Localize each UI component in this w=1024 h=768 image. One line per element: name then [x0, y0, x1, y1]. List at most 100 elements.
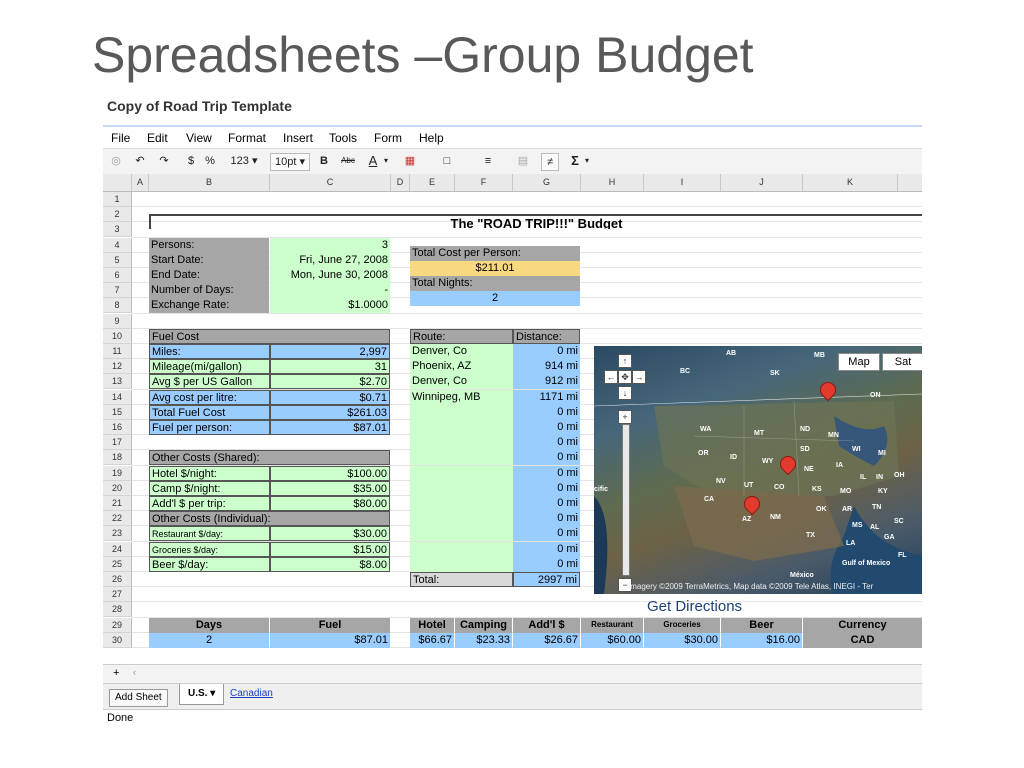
percent-format-button[interactable]: %	[204, 153, 216, 169]
currency-format-button[interactable]: $	[185, 153, 197, 169]
column-header-e[interactable]: E	[410, 174, 455, 191]
total-nights-value[interactable]: 2	[410, 291, 580, 306]
totals-value[interactable]: $60.00	[581, 633, 643, 648]
input-label[interactable]: Number of Days:	[149, 283, 269, 298]
route-distance[interactable]: 0 mi	[513, 344, 580, 359]
cost-label[interactable]: Restaurant $/day:	[149, 526, 270, 541]
cost-label[interactable]: Avg $ per US Gallon	[149, 374, 270, 389]
route-stop[interactable]	[410, 511, 513, 526]
merge-cells-icon[interactable]: ▤	[516, 153, 530, 169]
totals-value[interactable]: $16.00	[721, 633, 802, 648]
totals-header[interactable]: Camping	[455, 618, 512, 633]
cost-value[interactable]: $0.71	[270, 390, 390, 405]
row-header[interactable]: 15	[103, 405, 132, 420]
route-distance[interactable]: 0 mi	[513, 466, 580, 481]
row-header[interactable]: 22	[103, 511, 132, 526]
number-format-dropdown[interactable]: 123 ▾	[227, 153, 261, 169]
route-distance[interactable]: 0 mi	[513, 420, 580, 435]
add-sheet-button[interactable]: Add Sheet	[109, 689, 168, 707]
horizontal-scrollbar[interactable]: + ‹	[103, 664, 922, 683]
row-header[interactable]: 8	[103, 298, 132, 313]
text-color-dropdown-icon[interactable]: ▾	[382, 153, 390, 169]
section-header[interactable]: Fuel Cost	[149, 329, 390, 344]
totals-value[interactable]: $66.67	[410, 633, 454, 648]
menu-format[interactable]: Format	[228, 131, 266, 145]
zoom-in-icon[interactable]: +	[618, 410, 632, 424]
section-header[interactable]: Other Costs (Shared):	[149, 450, 390, 465]
cost-value[interactable]: 31	[270, 359, 390, 374]
column-header-i[interactable]: I	[644, 174, 721, 191]
column-header-a[interactable]: A	[132, 174, 149, 191]
sheet-tab-us[interactable]: U.S. ▾	[179, 684, 225, 705]
cost-label[interactable]: Fuel per person:	[149, 420, 270, 435]
add-rows-icon[interactable]: +	[113, 667, 119, 679]
row-header[interactable]: 30	[103, 633, 132, 648]
route-stop[interactable]: Phoenix, AZ	[410, 359, 513, 374]
route-stop[interactable]: Winnipeg, MB	[410, 390, 513, 405]
route-distance[interactable]: 0 mi	[513, 526, 580, 541]
row-header[interactable]: 2	[103, 207, 132, 222]
get-directions-link[interactable]: Get Directions	[647, 598, 742, 615]
row-header[interactable]: 6	[103, 268, 132, 283]
column-header-j[interactable]: J	[721, 174, 803, 191]
row-header[interactable]: 24	[103, 542, 132, 557]
functions-dropdown-icon[interactable]: ▾	[583, 153, 591, 169]
row-header[interactable]: 26	[103, 572, 132, 587]
column-header-k[interactable]: K	[803, 174, 898, 191]
menu-edit[interactable]: Edit	[147, 131, 168, 145]
row-header[interactable]: 28	[103, 602, 132, 617]
cost-label[interactable]: Beer $/day:	[149, 557, 270, 572]
sheet-tab-canadian[interactable]: Canadian	[230, 688, 273, 699]
totals-value[interactable]: $26.67	[513, 633, 580, 648]
menu-help[interactable]: Help	[419, 131, 444, 145]
cost-label[interactable]: Camp $/night:	[149, 481, 270, 496]
cost-label[interactable]: Mileage(mi/gallon)	[149, 359, 270, 374]
cost-value[interactable]: 2,997	[270, 344, 390, 359]
align-icon[interactable]: ≡	[481, 153, 495, 169]
route-stop[interactable]	[410, 542, 513, 557]
route-distance[interactable]: 0 mi	[513, 481, 580, 496]
cost-per-person-value[interactable]: $211.01	[410, 261, 580, 276]
route-distance[interactable]: 0 mi	[513, 511, 580, 526]
route-distance[interactable]: 0 mi	[513, 405, 580, 420]
row-header[interactable]: 17	[103, 435, 132, 450]
input-value[interactable]: $1.0000	[270, 298, 390, 313]
font-size-dropdown[interactable]: 10pt ▾	[270, 153, 310, 171]
cost-value[interactable]: $15.00	[270, 542, 390, 557]
row-header[interactable]: 19	[103, 466, 132, 481]
route-total-label[interactable]: Total:	[410, 572, 513, 587]
cost-value[interactable]: $2.70	[270, 374, 390, 389]
cost-label[interactable]: Groceries $/day:	[149, 542, 270, 557]
select-all-corner[interactable]	[103, 174, 132, 191]
route-distance[interactable]: 914 mi	[513, 359, 580, 374]
wrap-text-icon[interactable]: ≠	[541, 153, 559, 171]
route-distance[interactable]: 0 mi	[513, 542, 580, 557]
cost-value[interactable]: $261.03	[270, 405, 390, 420]
totals-value[interactable]: CAD	[803, 633, 922, 648]
distance-header[interactable]: Distance:	[513, 329, 580, 344]
row-header[interactable]: 11	[103, 344, 132, 359]
column-header-c[interactable]: C	[270, 174, 391, 191]
row-header[interactable]: 21	[103, 496, 132, 511]
route-distance[interactable]: 1171 mi	[513, 390, 580, 405]
row-header[interactable]: 10	[103, 329, 132, 344]
totals-value[interactable]: $23.33	[455, 633, 512, 648]
totals-header[interactable]: Groceries	[644, 618, 720, 633]
row-header[interactable]: 18	[103, 450, 132, 465]
row-header[interactable]: 14	[103, 390, 132, 405]
route-distance[interactable]: 0 mi	[513, 496, 580, 511]
totals-header[interactable]: Restaurant	[581, 618, 643, 633]
text-color-button[interactable]: A	[366, 153, 380, 169]
cost-label[interactable]: Hotel $/night:	[149, 466, 270, 481]
route-stop[interactable]	[410, 405, 513, 420]
map-type-satellite-button[interactable]: Sat	[882, 353, 922, 371]
route-stop[interactable]	[410, 466, 513, 481]
totals-header[interactable]: Hotel	[410, 618, 454, 633]
route-stop[interactable]	[410, 557, 513, 572]
route-stop[interactable]	[410, 450, 513, 465]
menu-form[interactable]: Form	[374, 131, 402, 145]
row-header[interactable]: 16	[103, 420, 132, 435]
row-header[interactable]: 27	[103, 587, 132, 602]
route-stop[interactable]: Denver, Co	[410, 344, 513, 359]
route-header[interactable]: Route:	[410, 329, 513, 344]
